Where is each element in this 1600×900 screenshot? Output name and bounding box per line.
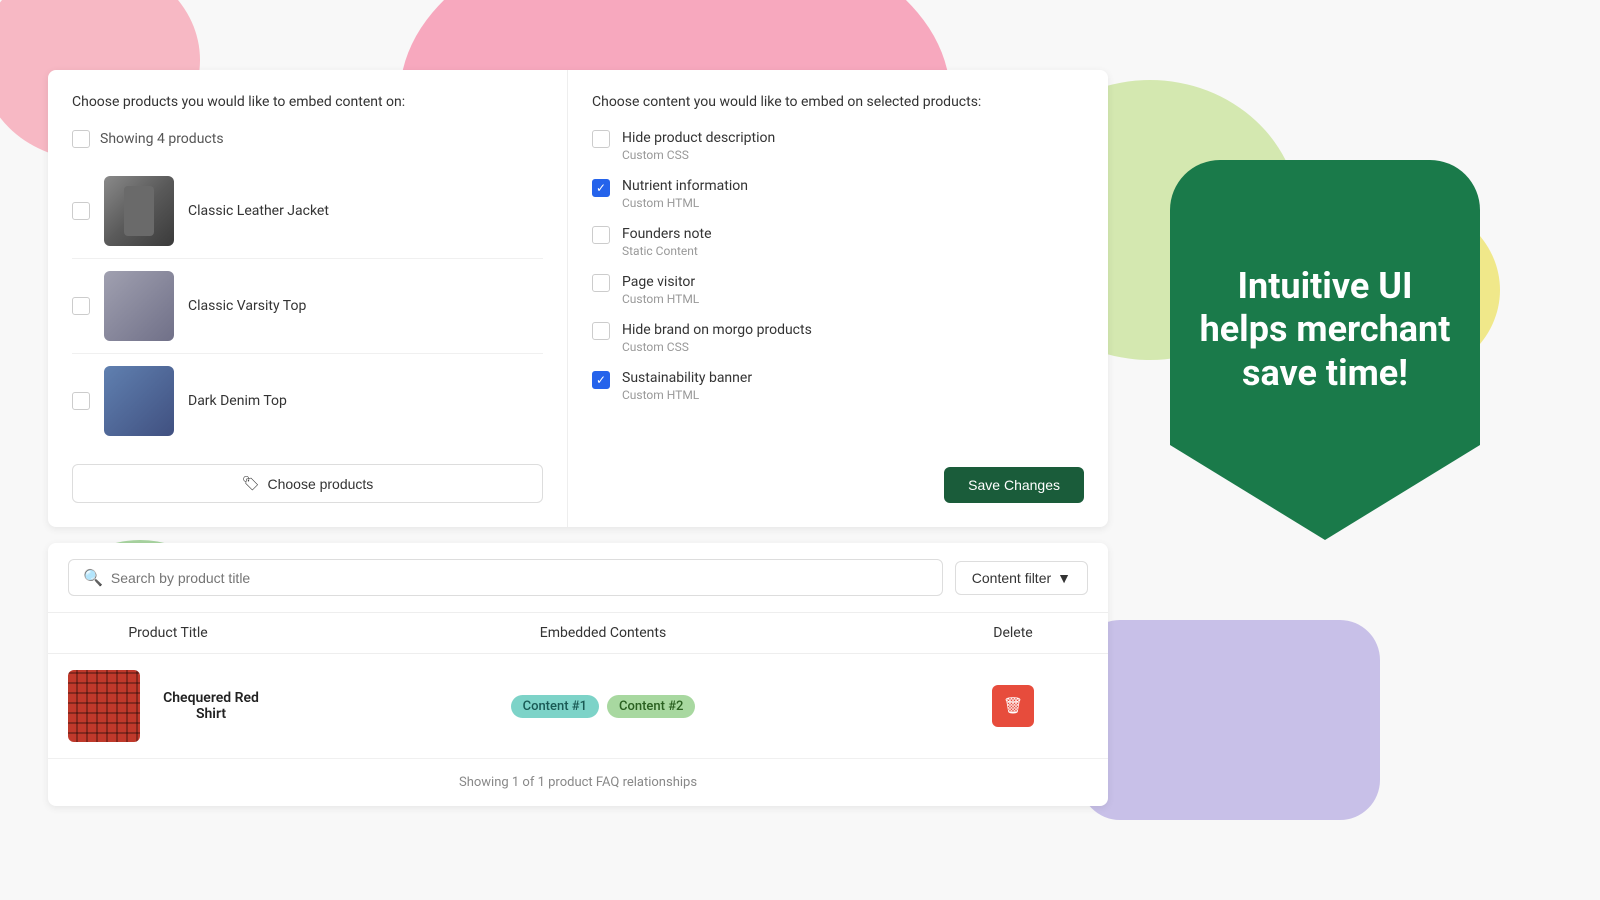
content-filter-button[interactable]: Content filter ▼ <box>955 561 1088 595</box>
product-thumb-denim <box>104 366 174 436</box>
delete-cell: 🗑 <box>938 685 1088 727</box>
founders-label: Founders note <box>622 226 712 242</box>
visitor-label: Page visitor <box>622 274 699 290</box>
showing-count: Showing 4 products <box>100 131 224 147</box>
search-input[interactable] <box>111 570 928 586</box>
product-item-leather: Classic Leather Jacket <box>72 164 543 259</box>
content-filter-label: Content filter <box>972 570 1051 586</box>
choose-products-button[interactable]: 🏷 Choose products <box>72 464 543 503</box>
left-panel: Choose products you would like to embed … <box>48 70 568 527</box>
choose-products-label: Choose products <box>267 476 373 492</box>
product-checkbox-denim[interactable] <box>72 392 90 410</box>
product-name-leather: Classic Leather Jacket <box>188 203 329 219</box>
content-tag-2: Content #2 <box>607 695 695 718</box>
content-option-visitor-text: Page visitor Custom HTML <box>622 274 699 306</box>
top-panel: Choose products you would like to embed … <box>48 70 1108 527</box>
sustainability-label: Sustainability banner <box>622 370 752 386</box>
checkbox-hide-brand[interactable] <box>592 322 610 340</box>
nutrient-label: Nutrient information <box>622 178 748 194</box>
content-option-sustainability-text: Sustainability banner Custom HTML <box>622 370 752 402</box>
product-name-denim: Dark Denim Top <box>188 393 287 409</box>
hide-desc-label: Hide product description <box>622 130 775 146</box>
hide-desc-sub: Custom CSS <box>622 148 775 162</box>
founders-sub: Static Content <box>622 244 712 258</box>
checkbox-sustainability[interactable] <box>592 371 610 389</box>
content-option-visitor: Page visitor Custom HTML <box>592 274 1084 306</box>
promo-card: Intuitive UI helps merchant save time! <box>1170 160 1480 560</box>
content-option-hide-brand-text: Hide brand on morgo products Custom CSS <box>622 322 812 354</box>
content-option-founders: Founders note Static Content <box>592 226 1084 258</box>
table-product-cell: Chequered Red Shirt <box>68 670 268 742</box>
search-icon: 🔍 <box>83 568 103 587</box>
header-embedded-contents: Embedded Contents <box>268 625 938 641</box>
search-input-wrapper: 🔍 <box>68 559 943 596</box>
checkbox-visitor[interactable] <box>592 274 610 292</box>
select-all-checkbox[interactable] <box>72 130 90 148</box>
product-checkbox-leather[interactable] <box>72 202 90 220</box>
nutrient-sub: Custom HTML <box>622 196 748 210</box>
hide-brand-sub: Custom CSS <box>622 340 812 354</box>
content-option-nutrient: Nutrient information Custom HTML <box>592 178 1084 210</box>
bg-shape-purple <box>1080 620 1380 820</box>
visitor-sub: Custom HTML <box>622 292 699 306</box>
search-bar-row: 🔍 Content filter ▼ <box>48 543 1108 613</box>
content-option-sustainability: Sustainability banner Custom HTML <box>592 370 1084 402</box>
right-panel: Choose content you would like to embed o… <box>568 70 1108 527</box>
product-item-denim: Dark Denim Top <box>72 354 543 448</box>
promo-text: Intuitive UI helps merchant save time! <box>1170 245 1480 455</box>
checkbox-nutrient[interactable] <box>592 179 610 197</box>
tag-icon: 🏷 <box>242 475 260 492</box>
checkbox-founders[interactable] <box>592 226 610 244</box>
right-panel-title: Choose content you would like to embed o… <box>592 94 1084 110</box>
main-container: Choose products you would like to embed … <box>48 70 1108 806</box>
header-product-title: Product Title <box>68 625 268 641</box>
content-option-founders-text: Founders note Static Content <box>622 226 712 258</box>
table-footer-text: Showing 1 of 1 product FAQ relationships <box>459 775 697 790</box>
product-thumb-leather <box>104 176 174 246</box>
content-tags: Content #1 Content #2 <box>268 695 938 718</box>
table-row: Chequered Red Shirt Content #1 Content #… <box>48 654 1108 759</box>
trash-icon: 🗑 <box>1003 696 1023 716</box>
product-thumb-red-shirt <box>68 670 140 742</box>
bottom-panel: 🔍 Content filter ▼ Product Title Embedde… <box>48 543 1108 806</box>
content-option-hide-brand: Hide brand on morgo products Custom CSS <box>592 322 1084 354</box>
hide-brand-label: Hide brand on morgo products <box>622 322 812 338</box>
product-thumb-varsity <box>104 271 174 341</box>
chevron-down-icon: ▼ <box>1057 570 1071 586</box>
checkbox-hide-desc[interactable] <box>592 130 610 148</box>
header-delete: Delete <box>938 625 1088 641</box>
product-title-red-shirt: Chequered Red Shirt <box>154 690 268 722</box>
shield-shape: Intuitive UI helps merchant save time! <box>1170 160 1480 540</box>
product-item-varsity: Classic Varsity Top <box>72 259 543 354</box>
content-tag-1: Content #1 <box>511 695 599 718</box>
sustainability-sub: Custom HTML <box>622 388 752 402</box>
table-footer: Showing 1 of 1 product FAQ relationships <box>48 759 1108 806</box>
product-checkbox-varsity[interactable] <box>72 297 90 315</box>
content-option-hide-desc-text: Hide product description Custom CSS <box>622 130 775 162</box>
save-changes-button[interactable]: Save Changes <box>944 467 1084 503</box>
showing-label-row: Showing 4 products <box>72 130 543 148</box>
content-option-hide-desc: Hide product description Custom CSS <box>592 130 1084 162</box>
product-name-varsity: Classic Varsity Top <box>188 298 306 314</box>
left-panel-title: Choose products you would like to embed … <box>72 94 543 110</box>
table-header: Product Title Embedded Contents Delete <box>48 613 1108 654</box>
delete-button[interactable]: 🗑 <box>992 685 1034 727</box>
content-option-nutrient-text: Nutrient information Custom HTML <box>622 178 748 210</box>
product-list: Classic Leather Jacket Classic Varsity T… <box>72 164 543 448</box>
